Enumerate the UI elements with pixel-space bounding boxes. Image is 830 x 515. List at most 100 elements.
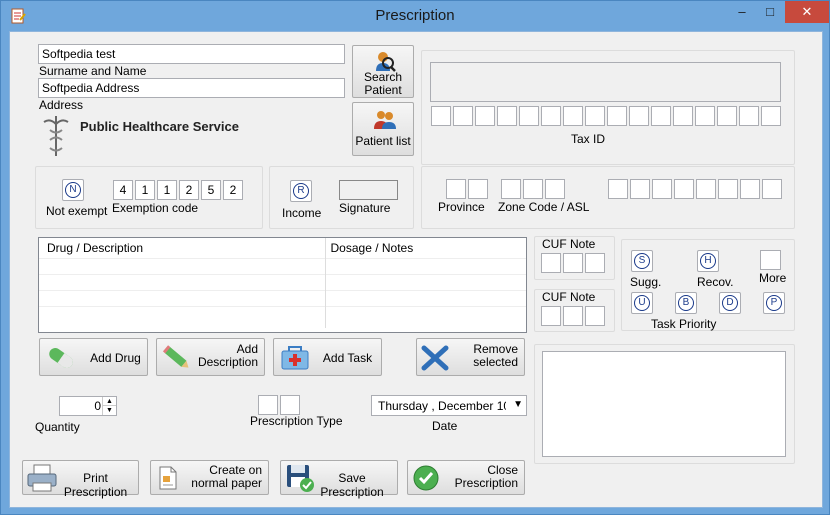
drug-column-header[interactable]: Drug / Description [39,238,326,258]
add-drug-button[interactable]: Add Drug [39,338,148,376]
cuf-cell[interactable] [585,253,605,273]
exemption-code-cell[interactable]: 2 [179,180,199,200]
add-drug-label: Add Drug [90,351,141,365]
remove-x-icon [421,345,449,371]
tax-id-cell[interactable] [695,106,715,126]
window: Prescription – □ ✕ Softpedia test Surnam… [0,0,830,515]
tax-id-cell[interactable] [497,106,517,126]
print-prescription-button[interactable]: Print Prescription [22,460,139,499]
form-client-area: Softpedia test Surname and Name Softpedi… [9,31,823,508]
zone-code-cell[interactable] [501,179,521,199]
priority-u-radio[interactable]: U [631,292,653,314]
priority-p-radio[interactable]: P [763,292,785,314]
quantity-stepper[interactable]: 0 ▲ ▼ [59,396,117,416]
first-aid-kit-icon [281,346,309,370]
priority-h-radio[interactable]: H [697,250,719,272]
exemption-code-cell[interactable]: 4 [113,180,133,200]
zone-code-label: Zone Code / ASL [498,200,590,214]
print-prescription-label: Print Prescription [63,471,128,499]
tax-id-cell[interactable] [717,106,737,126]
patient-name-field[interactable]: Softpedia test [38,44,345,64]
cuf-cell[interactable] [541,253,561,273]
not-exempt-radio[interactable]: N [62,179,84,201]
tax-id-cell[interactable] [519,106,539,126]
exemption-code-cell[interactable]: 1 [157,180,177,200]
pill-icon [49,347,73,369]
tax-id-cell[interactable] [431,106,451,126]
cuf-cell[interactable] [541,306,561,326]
signature-box[interactable] [339,180,398,200]
exemption-code-cell[interactable]: 5 [201,180,221,200]
remove-selected-button[interactable]: Remove selected [416,338,525,376]
location-code-cell[interactable] [762,179,782,199]
add-task-button[interactable]: Add Task [273,338,382,376]
priority-u-symbol: U [634,295,650,311]
tax-id-cell[interactable] [453,106,473,126]
province-cell[interactable] [446,179,466,199]
income-group: R Income Signature [269,166,414,229]
dosage-column-header[interactable]: Dosage / Notes [325,238,526,258]
location-code-cell[interactable] [608,179,628,199]
zone-code-cell[interactable] [545,179,565,199]
table-row[interactable] [39,306,526,328]
tax-id-cell[interactable] [739,106,759,126]
create-normal-paper-button[interactable]: Create on normal paper [150,460,269,495]
tax-id-cell[interactable] [475,106,495,126]
province-label: Province [438,200,485,214]
sugg-label: Sugg. [630,275,662,289]
close-window-button[interactable]: ✕ [785,1,829,23]
cuf-cell[interactable] [563,253,583,273]
location-code-cell[interactable] [652,179,672,199]
exemption-code-cell[interactable]: 1 [135,180,155,200]
quantity-up-icon[interactable]: ▲ [102,397,116,406]
priority-b-radio[interactable]: B [675,292,697,314]
priority-s-radio[interactable]: S [631,250,653,272]
patient-address-field[interactable]: Softpedia Address [38,78,345,98]
location-code-cell[interactable] [696,179,716,199]
date-picker[interactable]: Thursday , December 10, 2 ▼ [371,395,527,416]
cuf-cell[interactable] [563,306,583,326]
patient-list-button[interactable]: Patient list [352,102,414,156]
add-description-button[interactable]: Add Description [156,338,265,376]
drug-table[interactable]: Drug / Description Dosage / Notes [38,237,527,333]
priority-d-radio[interactable]: D [719,292,741,314]
location-code-cell[interactable] [630,179,650,199]
tax-id-cell[interactable] [761,106,781,126]
location-code-cell[interactable] [718,179,738,199]
location-code-cell[interactable] [674,179,694,199]
search-patient-button[interactable]: Search Patient [352,45,414,98]
prescription-type-cell[interactable] [258,395,278,415]
tax-id-cell[interactable] [541,106,561,126]
save-prescription-label: Save Prescription [320,471,384,499]
patient-address-label: Address [39,98,84,112]
location-code-cell[interactable] [740,179,760,199]
income-radio[interactable]: R [290,180,312,202]
people-icon [374,111,396,129]
drug-table-grid: Drug / Description Dosage / Notes [39,238,526,328]
tax-id-cell[interactable] [585,106,605,126]
tax-id-cell[interactable] [607,106,627,126]
chevron-down-icon[interactable]: ▼ [513,399,523,410]
not-exempt-label: Not exempt [46,204,108,218]
province-cell[interactable] [468,179,488,199]
close-prescription-button[interactable]: Close Prescription [407,460,525,495]
table-row[interactable] [39,274,526,290]
quantity-down-icon[interactable]: ▼ [102,406,116,415]
save-prescription-button[interactable]: Save Prescription [280,460,398,499]
tax-id-cell[interactable] [629,106,649,126]
table-row[interactable] [39,290,526,306]
more-checkbox[interactable] [760,250,781,270]
zone-code-cell[interactable] [523,179,543,199]
prescription-type-cell[interactable] [280,395,300,415]
exemption-code-cell[interactable]: 2 [223,180,243,200]
tax-id-cell[interactable] [673,106,693,126]
patient-name-label: Surname and Name [39,64,147,78]
tax-id-cell[interactable] [651,106,671,126]
cuf-cell[interactable] [585,306,605,326]
table-row[interactable] [39,258,526,274]
date-value: Thursday , December 10, 2 [378,399,506,413]
tax-id-cell[interactable] [563,106,583,126]
notes-textarea[interactable] [542,351,786,457]
minimize-button[interactable]: – [729,1,755,23]
maximize-button[interactable]: □ [757,1,783,23]
